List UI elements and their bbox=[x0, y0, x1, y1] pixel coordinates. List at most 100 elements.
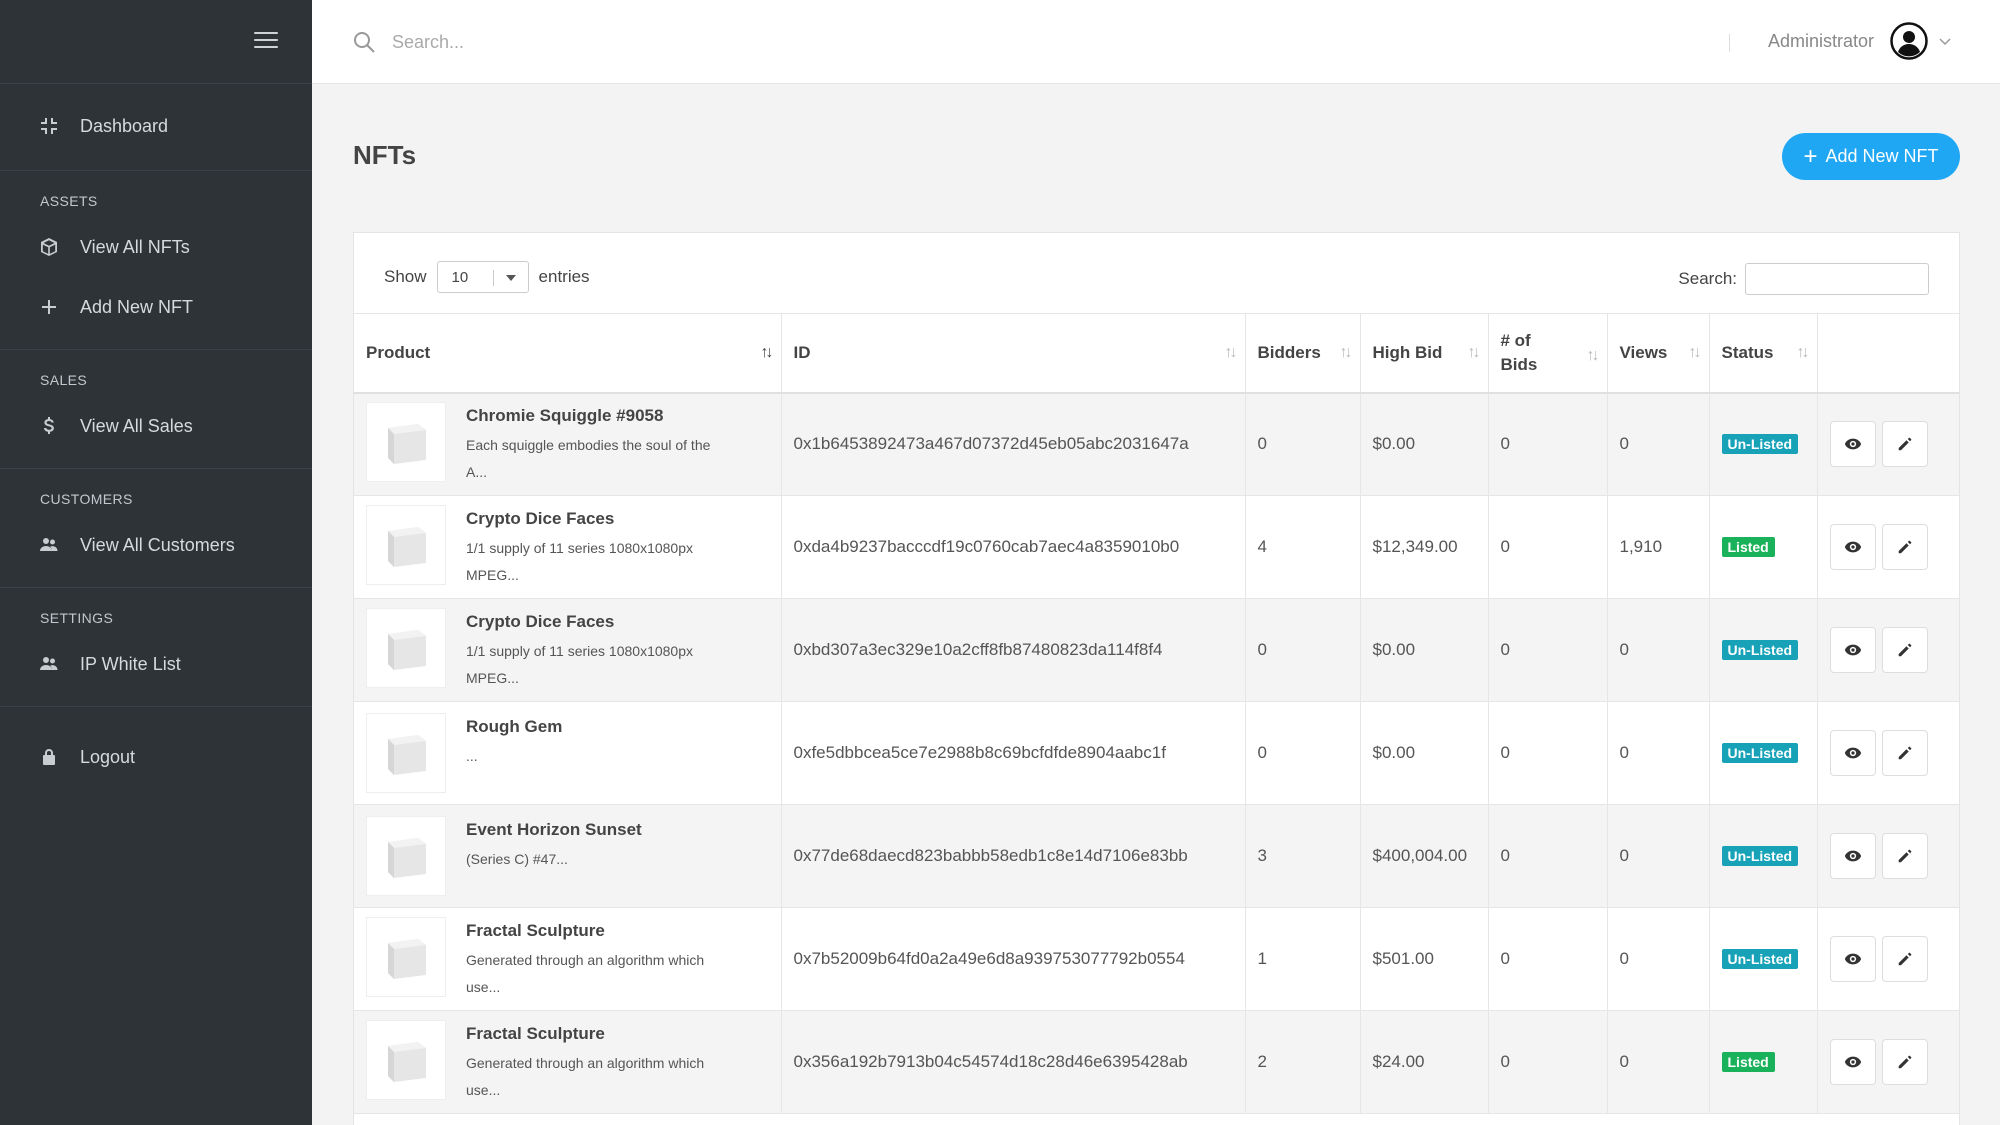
cell-high-bid: $501.00 bbox=[1360, 907, 1489, 1011]
cell-product: Crypto Dice Faces 1/1 supply of 11 serie… bbox=[354, 598, 782, 702]
cell-bidders: 3 bbox=[1245, 804, 1361, 908]
view-button[interactable] bbox=[1829, 1039, 1876, 1085]
product-name[interactable]: Chromie Squiggle #9058 bbox=[466, 406, 710, 426]
menu-toggle-icon[interactable] bbox=[254, 32, 278, 50]
pencil-icon bbox=[1896, 950, 1914, 968]
cell-actions bbox=[1817, 907, 1959, 1011]
column-header-views[interactable]: Views ↑↓ bbox=[1607, 313, 1710, 394]
user-name: Administrator bbox=[1768, 30, 1875, 51]
cell-actions bbox=[1817, 392, 1959, 496]
cell-status: Un-Listed bbox=[1709, 701, 1818, 805]
sidebar-item-view-all-nfts[interactable]: View All NFTs bbox=[0, 217, 312, 277]
column-header-num-bids[interactable]: # of Bids ↑↓ bbox=[1488, 313, 1608, 394]
sidebar-item-ip-white-list[interactable]: IP White List bbox=[0, 634, 312, 694]
add-new-nft-button[interactable]: + Add New NFT bbox=[1782, 133, 1960, 180]
table-search-input[interactable] bbox=[1745, 263, 1929, 295]
view-button[interactable] bbox=[1829, 524, 1876, 570]
sort-icon: ↑↓ bbox=[1586, 347, 1600, 364]
sidebar-section-heading: ASSETS bbox=[40, 193, 98, 209]
table-header-row: Product ↑↓ ID ↑↓ Bidders ↑↓ High Bid ↑↓ # of… bbox=[354, 313, 1959, 394]
cell-high-bid: $12,349.00 bbox=[1360, 495, 1489, 599]
view-button[interactable] bbox=[1829, 421, 1876, 468]
sidebar-section-customers: CUSTOMERS View All Customers bbox=[0, 469, 312, 588]
column-label: ID bbox=[793, 342, 811, 362]
edit-button[interactable] bbox=[1881, 833, 1928, 879]
nft-table-card: Show 10 entries Search: Product ↑↓ ID ↑↓ B… bbox=[353, 232, 1960, 1125]
sidebar-item-dashboard[interactable]: Dashboard bbox=[0, 96, 312, 156]
cell-num-bids: 0 bbox=[1488, 907, 1608, 1011]
edit-button[interactable] bbox=[1881, 524, 1928, 570]
column-header-status[interactable]: Status ↑↓ bbox=[1709, 313, 1818, 394]
view-button[interactable] bbox=[1829, 936, 1876, 982]
sidebar-item-add-new-nft[interactable]: Add New NFT bbox=[0, 277, 312, 337]
edit-button[interactable] bbox=[1881, 730, 1928, 776]
column-label: Views bbox=[1619, 342, 1668, 362]
sidebar-item-view-all-customers[interactable]: View All Customers bbox=[0, 515, 312, 575]
user-menu[interactable]: Administrator bbox=[1768, 22, 1952, 60]
edit-button[interactable] bbox=[1881, 627, 1928, 673]
table-row: Crypto Dice Faces 1/1 supply of 11 serie… bbox=[354, 495, 1959, 599]
column-header-id[interactable]: ID ↑↓ bbox=[781, 313, 1246, 394]
edit-button[interactable] bbox=[1881, 421, 1928, 468]
eye-icon bbox=[1844, 950, 1862, 968]
product-description-line2: use... bbox=[466, 1082, 501, 1098]
topbar: Administrator bbox=[312, 0, 2000, 84]
product-thumbnail bbox=[366, 917, 446, 997]
sort-asc-icon: ↑↓ bbox=[760, 344, 774, 361]
product-description-line1: 1/1 supply of 11 series 1080x1080px bbox=[466, 540, 694, 556]
cell-num-bids: 0 bbox=[1488, 804, 1608, 908]
table-search: Search: bbox=[1678, 263, 1929, 295]
cell-high-bid: $24.00 bbox=[1360, 1010, 1489, 1114]
sidebar-item-label: Add New NFT bbox=[80, 296, 194, 317]
sidebar-item-label: Logout bbox=[80, 746, 136, 767]
edit-button[interactable] bbox=[1881, 936, 1928, 982]
status-badge: Un-Listed bbox=[1721, 949, 1799, 969]
view-button[interactable] bbox=[1829, 627, 1876, 673]
entries-select[interactable]: 10 bbox=[436, 261, 529, 293]
dollar-icon bbox=[38, 415, 60, 437]
table-row: Fractal Sculpture Generated through an a… bbox=[354, 907, 1959, 1011]
sidebar-section-settings: SETTINGS IP White List bbox=[0, 588, 312, 707]
cell-status: Un-Listed bbox=[1709, 598, 1818, 702]
sort-icon: ↑↓ bbox=[1467, 344, 1481, 361]
column-label: Status bbox=[1721, 342, 1774, 362]
cell-views: 0 bbox=[1607, 1010, 1710, 1114]
cell-high-bid: $0.00 bbox=[1360, 598, 1489, 702]
cell-product: Chromie Squiggle #9058 Each squiggle emb… bbox=[354, 392, 782, 496]
product-name[interactable]: Crypto Dice Faces bbox=[466, 509, 693, 529]
view-button[interactable] bbox=[1829, 730, 1876, 776]
product-description-line1: (Series C) #47... bbox=[466, 851, 568, 867]
cell-bidders: 4 bbox=[1245, 495, 1361, 599]
sidebar-item-logout[interactable]: Logout bbox=[0, 727, 312, 787]
pencil-icon bbox=[1896, 1053, 1914, 1071]
product-name[interactable]: Crypto Dice Faces bbox=[466, 612, 693, 632]
cell-product: Fractal Sculpture Generated through an a… bbox=[354, 907, 782, 1011]
sidebar-item-label: View All NFTs bbox=[80, 236, 190, 257]
product-thumbnail bbox=[366, 713, 446, 793]
sidebar-header bbox=[0, 0, 312, 84]
product-name[interactable]: Rough Gem bbox=[466, 717, 562, 737]
edit-button[interactable] bbox=[1881, 1039, 1928, 1085]
column-label: Product bbox=[366, 342, 431, 362]
product-description-line1: Generated through an algorithm which bbox=[466, 1055, 705, 1071]
search-icon bbox=[354, 32, 375, 53]
cell-bidders: 0 bbox=[1245, 701, 1361, 805]
search-input[interactable] bbox=[392, 26, 992, 58]
product-name[interactable]: Fractal Sculpture bbox=[466, 921, 704, 941]
sidebar-section-heading: SALES bbox=[40, 372, 88, 388]
avatar-icon bbox=[1890, 22, 1928, 60]
sort-icon: ↑↓ bbox=[1688, 344, 1702, 361]
column-header-high-bid[interactable]: High Bid ↑↓ bbox=[1360, 313, 1489, 394]
column-header-bidders[interactable]: Bidders ↑↓ bbox=[1245, 313, 1361, 394]
product-name[interactable]: Event Horizon Sunset bbox=[466, 820, 642, 840]
view-button[interactable] bbox=[1829, 833, 1876, 879]
product-description-line2: MPEG... bbox=[466, 670, 519, 686]
users-icon bbox=[38, 653, 60, 675]
eye-icon bbox=[1844, 538, 1862, 556]
show-label: Show bbox=[384, 267, 427, 286]
cell-id: 0xfe5dbbcea5ce7e2988b8c69bcfdfde8904aabc… bbox=[781, 701, 1246, 805]
column-header-product[interactable]: Product ↑↓ bbox=[354, 313, 782, 394]
sidebar-item-view-all-sales[interactable]: View All Sales bbox=[0, 396, 312, 456]
product-name[interactable]: Fractal Sculpture bbox=[466, 1024, 704, 1044]
cell-id: 0xbd307a3ec329e10a2cff8fb87480823da114f8… bbox=[781, 598, 1246, 702]
